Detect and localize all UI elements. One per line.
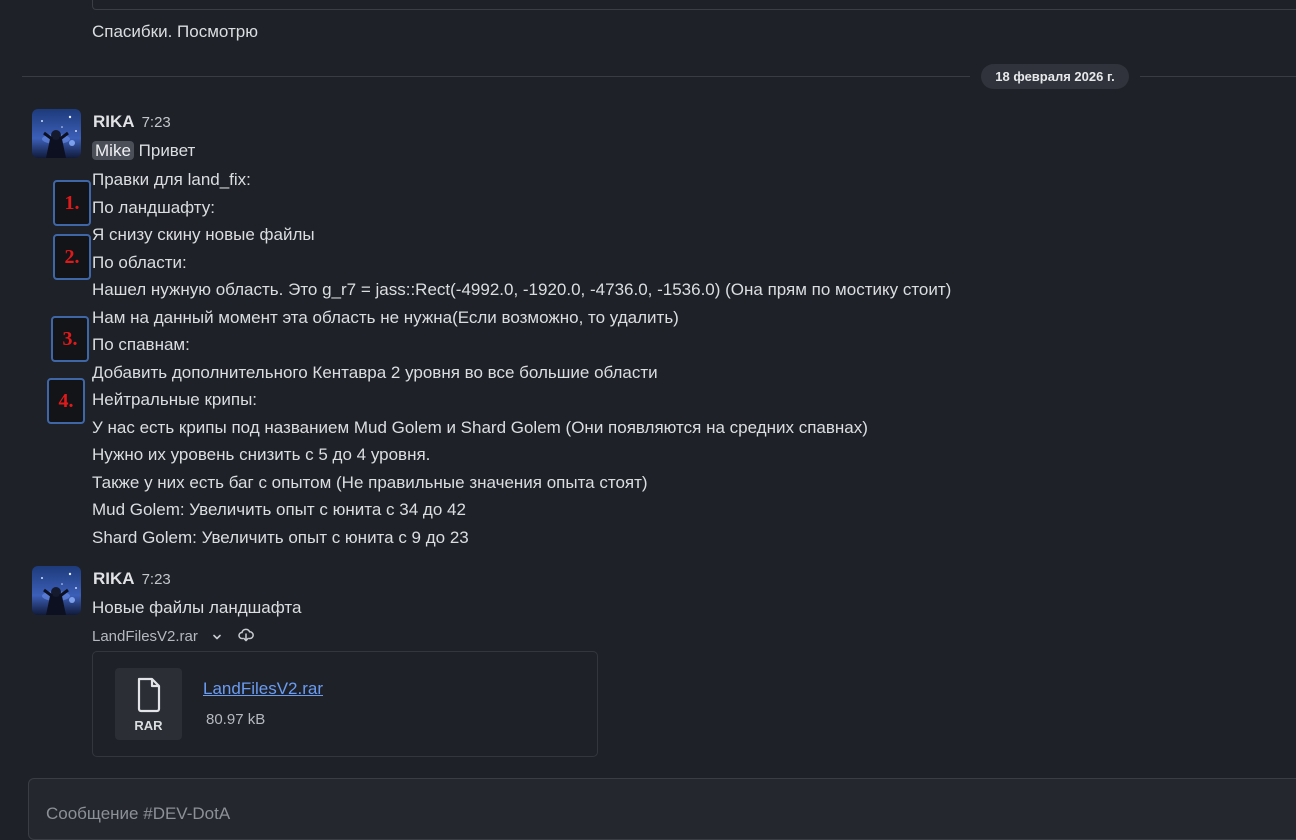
date-divider-line-right bbox=[1140, 76, 1296, 77]
avatar[interactable] bbox=[32, 109, 81, 158]
annotation-number-4: 4. bbox=[47, 378, 85, 424]
attachment-card[interactable]: RAR LandFilesV2.rar 80.97 kB bbox=[92, 651, 598, 757]
download-icon[interactable] bbox=[238, 628, 255, 646]
message-line: Нашел нужную область. Это g_r7 = jass::R… bbox=[92, 280, 952, 299]
message-line: Shard Golem: Увеличить опыт с юнита с 9 … bbox=[92, 528, 469, 547]
previous-message-text: Спасибки. Посмотрю bbox=[92, 22, 258, 41]
message-line: У нас есть крипы под названием Mud Golem… bbox=[92, 418, 868, 437]
message-line: Правки для land_fix: bbox=[92, 170, 251, 189]
previous-embed-border bbox=[92, 0, 1296, 10]
date-divider-label: 18 февраля 2026 г. bbox=[981, 64, 1129, 89]
message-composer[interactable]: Сообщение #DEV-DotA bbox=[28, 778, 1296, 840]
message-line: Нужно их уровень снизить с 5 до 4 уровня… bbox=[92, 445, 431, 464]
attachment-link[interactable]: LandFilesV2.rar bbox=[203, 679, 323, 699]
annotation-number-1: 1. bbox=[53, 180, 91, 226]
annotation-number-2: 2. bbox=[53, 234, 91, 280]
message-timestamp: 7:23 bbox=[141, 114, 171, 131]
date-divider-line-left bbox=[22, 76, 970, 77]
message-line: По ландшафту: bbox=[92, 198, 215, 217]
message-line: Нам на данный момент эта область не нужн… bbox=[92, 308, 679, 327]
message-line: По области: bbox=[92, 253, 187, 272]
message-line: Добавить дополнительного Кентавра 2 уров… bbox=[92, 363, 658, 382]
file-type-label: RAR bbox=[134, 718, 163, 733]
message-author[interactable]: RIKA 7:23 bbox=[93, 112, 171, 132]
composer-placeholder[interactable]: Сообщение #DEV-DotA bbox=[46, 804, 230, 824]
message-greeting-line: Mike Привет bbox=[92, 140, 195, 162]
attachment-header: LandFilesV2.rar bbox=[92, 628, 255, 646]
message-line: Нейтральные крипы: bbox=[92, 390, 258, 409]
message-line: По спавнам: bbox=[92, 335, 190, 354]
message-line: Mud Golem: Увеличить опыт с юнита с 34 д… bbox=[92, 500, 466, 519]
message-line: Новые файлы ландшафта bbox=[92, 598, 302, 617]
avatar-image bbox=[32, 109, 81, 158]
attachment-filename[interactable]: LandFilesV2.rar bbox=[92, 628, 198, 645]
attachment-size: 80.97 kB bbox=[206, 711, 266, 728]
message-line: Я снизу скину новые файлы bbox=[92, 225, 315, 244]
avatar-image bbox=[32, 566, 81, 615]
file-icon[interactable]: RAR bbox=[115, 668, 182, 740]
message-timestamp: 7:23 bbox=[141, 571, 171, 588]
author-name[interactable]: RIKA bbox=[93, 112, 135, 131]
chevron-down-icon[interactable] bbox=[212, 629, 222, 646]
annotation-number-3: 3. bbox=[51, 316, 89, 362]
author-name[interactable]: RIKA bbox=[93, 569, 135, 588]
greeting-text: Привет bbox=[138, 141, 196, 160]
avatar[interactable] bbox=[32, 566, 81, 615]
message-line: Также у них есть баг с опытом (Не правил… bbox=[92, 473, 648, 492]
user-mention[interactable]: Mike bbox=[92, 141, 134, 160]
message-author[interactable]: RIKA 7:23 bbox=[93, 569, 171, 589]
